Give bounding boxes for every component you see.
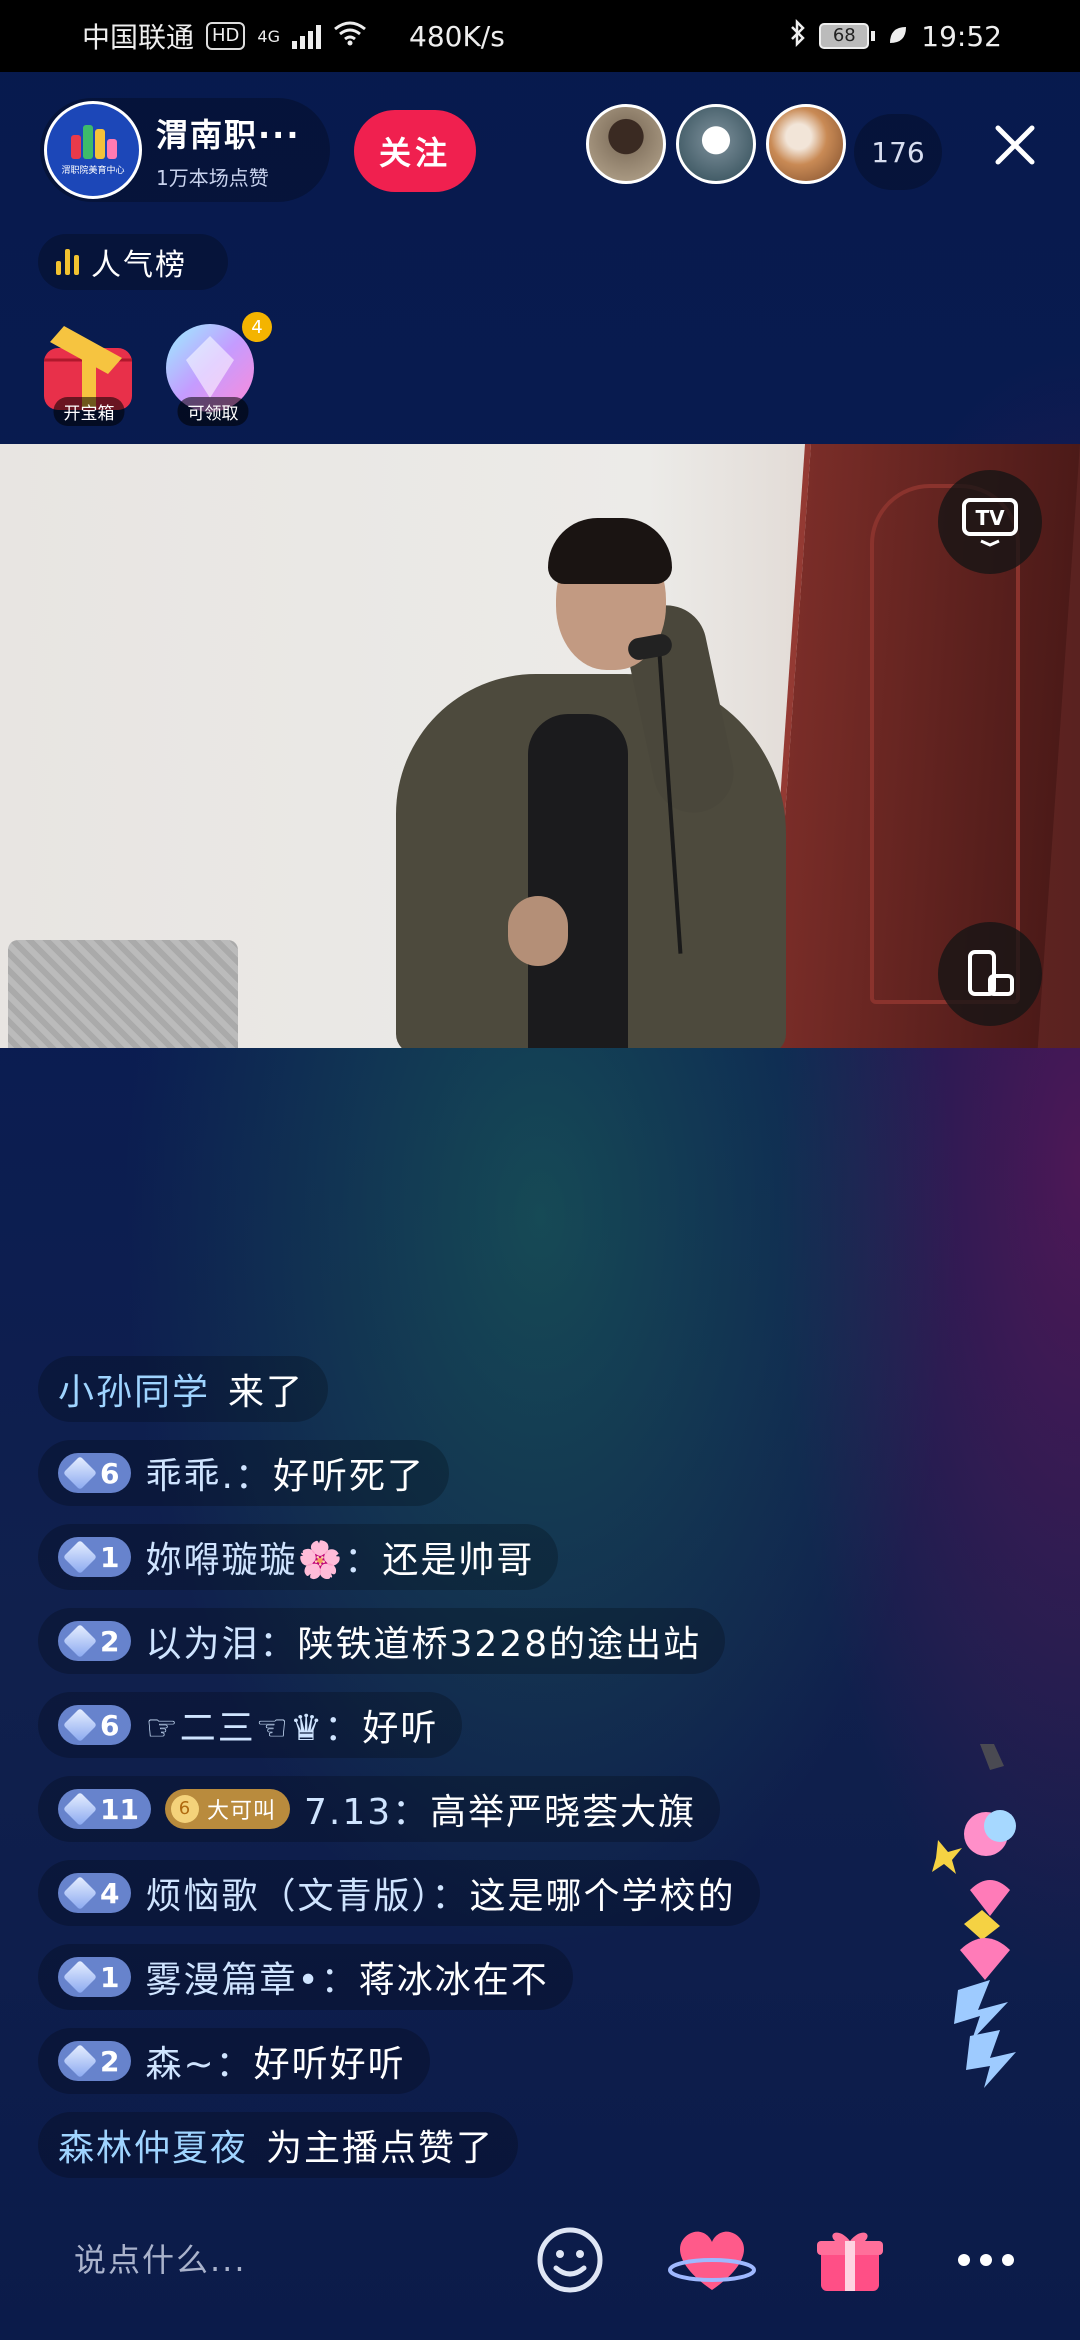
user-level-badge: 1 [58, 1537, 132, 1577]
top-viewers [586, 104, 846, 184]
network-type: 4G [257, 26, 280, 46]
chat-message[interactable]: 2 以为泪： 陕铁道桥3228的途出站 [38, 1608, 726, 1674]
diamond-icon [63, 1960, 97, 1994]
leaf-icon [887, 20, 909, 53]
diamond-icon [63, 1792, 97, 1826]
chat-message[interactable]: 1 妳嘚璇璇🌸： 还是帅哥 [38, 1524, 559, 1590]
diamond-icon [63, 1624, 97, 1658]
user-level-badge: 4 [58, 1873, 132, 1913]
chat-message[interactable]: 11 6 大可叫 7.13： 高举严晓荟大旗 [38, 1776, 721, 1842]
bar-chart-icon [56, 249, 79, 275]
viewer-avatar[interactable] [676, 104, 756, 184]
claim-reward-button[interactable]: 4 可领取 [160, 312, 272, 426]
follow-button[interactable]: 关注 [354, 110, 476, 192]
fan-level: 6 [170, 1795, 199, 1823]
chat-message[interactable]: 4 烦恼歌（文青版）： 这是哪个学校的 [38, 1860, 760, 1926]
host-logo-icon [71, 124, 117, 159]
fan-club-badge: 6 大可叫 [164, 1789, 290, 1829]
svg-text:TV: TV [975, 506, 1005, 530]
diamond-icon [63, 1456, 97, 1490]
user-level-badge: 11 [58, 1789, 151, 1829]
comment-input[interactable] [36, 2212, 516, 2308]
carrier-text: 中国联通 [82, 21, 195, 54]
host-avatar-text: 渭职院美育中心 [61, 165, 125, 176]
diamond-icon [63, 1876, 97, 1910]
host-avatar[interactable]: 渭职院美育中心 [44, 101, 142, 199]
user-level-badge: 6 [58, 1705, 132, 1745]
user-level-badge: 6 [58, 1453, 132, 1493]
diamond-icon [63, 1708, 97, 1742]
viewer-avatar[interactable] [586, 104, 666, 184]
chat-system-message[interactable]: 森林仲夏夜 为主播点赞了 [38, 2112, 519, 2178]
emoji-icon [537, 2227, 603, 2293]
gift-icon [817, 2232, 883, 2291]
host-likes: 1万本场点赞 [156, 165, 269, 190]
signal-icon [292, 23, 321, 49]
host-info-card[interactable]: 渭职院美育中心 渭南职··· 1万本场点赞 [40, 98, 330, 202]
video-chair [8, 940, 238, 1048]
hd-badge: HD [206, 22, 246, 50]
status-bar: 中国联通 HD 4G 480K/s 68 19:52 [0, 0, 1080, 72]
live-video[interactable] [0, 444, 1080, 1048]
user-level-badge: 1 [58, 1957, 132, 1997]
reward-count-badge: 4 [242, 312, 272, 342]
diamond-icon [63, 2044, 97, 2078]
chat-list: 小孙同学 来了 6 乖乖.： 好听死了 1 妳嘚璇璇🌸： 还是帅哥 2 以为泪：… [38, 1356, 938, 2196]
wifi-icon [333, 20, 367, 53]
like-button[interactable] [662, 2210, 762, 2310]
tv-cast-icon: TV [962, 498, 1018, 547]
viewer-count[interactable]: 176 [854, 114, 942, 190]
rank-label: 人气榜 [91, 248, 187, 283]
viewer-avatar[interactable] [766, 104, 846, 184]
chat-message[interactable]: 6 乖乖.： 好听死了 [38, 1440, 449, 1506]
more-icon [958, 2254, 1014, 2266]
chat-system-message[interactable]: 小孙同学 来了 [38, 1356, 329, 1422]
screen-rotate-icon [968, 950, 1014, 996]
battery-icon: 68 [819, 23, 876, 49]
popularity-rank-button[interactable]: 人气榜 [38, 234, 228, 290]
chat-message[interactable]: 6 ☞二三☜♛： 好听 [38, 1692, 463, 1758]
heart-planet-icon [668, 2231, 756, 2290]
gift-button[interactable] [800, 2210, 900, 2310]
tv-cast-button[interactable]: TV [938, 470, 1042, 574]
user-level-badge: 2 [58, 1621, 132, 1661]
chat-message[interactable]: 2 森~： 好听好听 [38, 2028, 430, 2094]
host-name: 渭南职··· [156, 115, 301, 154]
chat-message[interactable]: 1 雾漫篇章•： 蒋冰冰在不 [38, 1944, 573, 2010]
emoji-button[interactable] [520, 2210, 620, 2310]
battery-level: 68 [819, 23, 870, 49]
treasure-box-button[interactable]: 开宝箱 [36, 318, 142, 426]
bottom-bar [0, 2206, 1080, 2316]
diamond-icon [63, 1540, 97, 1574]
claim-reward-label: 可领取 [177, 397, 249, 426]
bluetooth-icon [789, 18, 807, 54]
network-speed: 480K/s [409, 19, 505, 53]
treasure-box-label: 开宝箱 [53, 397, 125, 426]
rotate-screen-button[interactable] [938, 922, 1042, 1026]
user-level-badge: 2 [58, 2041, 132, 2081]
close-icon[interactable] [990, 120, 1040, 170]
floating-likes [930, 1740, 1060, 2120]
more-button[interactable] [936, 2210, 1036, 2310]
clock: 19:52 [921, 19, 1002, 53]
